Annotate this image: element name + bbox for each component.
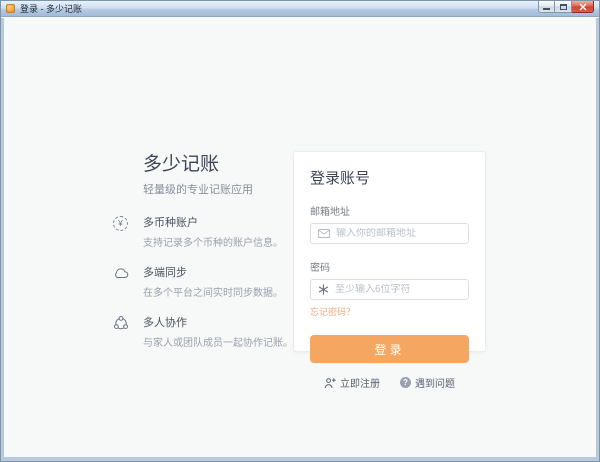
feature-panel: 多少记账 轻量级的专业记账应用 ¥ 多币种账户 支持记录多个币种的账户信息。 bbox=[113, 154, 308, 364]
help-link[interactable]: ? 遇到问题 bbox=[400, 375, 455, 390]
maximize-button[interactable] bbox=[555, 1, 572, 13]
login-card-title: 登录账号 bbox=[310, 167, 469, 188]
window-title: 登录 - 多少记账 bbox=[20, 2, 82, 15]
app-tagline: 轻量级的专业记账应用 bbox=[143, 181, 308, 197]
feature-desc: 与家人或团队成员一起协作记账。 bbox=[143, 334, 293, 349]
forgot-password-link[interactable]: 忘记密码？ bbox=[310, 305, 355, 318]
feature-sync: 多端同步 在多个平台之间实时同步数据。 bbox=[113, 264, 308, 299]
minimize-button[interactable] bbox=[538, 1, 555, 13]
titlebar: 登录 - 多少记账 bbox=[1, 1, 599, 17]
links-row: 立即注册 ? 遇到问题 bbox=[310, 375, 469, 390]
feature-title: 多币种账户 bbox=[143, 214, 283, 230]
client-area: 多少记账 轻量级的专业记账应用 ¥ 多币种账户 支持记录多个币种的账户信息。 bbox=[1, 18, 599, 461]
feature-title: 多端同步 bbox=[143, 264, 283, 280]
email-input[interactable] bbox=[336, 228, 461, 239]
register-link-label: 立即注册 bbox=[340, 375, 380, 390]
feature-multicurrency: ¥ 多币种账户 支持记录多个币种的账户信息。 bbox=[113, 214, 308, 249]
email-field-box bbox=[310, 223, 469, 244]
add-user-icon bbox=[324, 377, 336, 389]
close-button[interactable] bbox=[572, 1, 594, 13]
login-button[interactable]: 登录 bbox=[310, 335, 469, 363]
asterisk-icon bbox=[318, 284, 329, 295]
question-icon: ? bbox=[400, 377, 411, 388]
app-window: 登录 - 多少记账 File Edit View Window Help 多少记… bbox=[0, 0, 600, 462]
feature-list: ¥ 多币种账户 支持记录多个币种的账户信息。 多端同步 bbox=[113, 214, 308, 349]
window-controls bbox=[538, 1, 594, 13]
maximize-icon bbox=[560, 4, 567, 10]
envelope-icon bbox=[318, 229, 330, 238]
feature-collaboration: 多人协作 与家人或团队成员一起协作记账。 bbox=[113, 314, 308, 349]
cloud-icon bbox=[113, 266, 129, 279]
app-name: 多少记账 bbox=[143, 154, 308, 175]
app-icon bbox=[6, 4, 15, 13]
people-icon bbox=[113, 316, 129, 331]
currency-icon: ¥ bbox=[113, 216, 128, 231]
close-icon bbox=[579, 3, 587, 11]
email-label: 邮箱地址 bbox=[310, 203, 469, 218]
password-field-box bbox=[310, 279, 469, 300]
register-link[interactable]: 立即注册 bbox=[324, 375, 380, 390]
feature-desc: 在多个平台之间实时同步数据。 bbox=[143, 284, 283, 299]
minimize-icon bbox=[543, 8, 550, 10]
login-card: 登录账号 邮箱地址 密码 忘记密码？ 登录 bbox=[293, 151, 486, 352]
password-input[interactable] bbox=[335, 284, 461, 295]
feature-title: 多人协作 bbox=[143, 314, 293, 330]
password-label: 密码 bbox=[310, 259, 469, 274]
help-link-label: 遇到问题 bbox=[415, 375, 455, 390]
feature-desc: 支持记录多个币种的账户信息。 bbox=[143, 234, 283, 249]
